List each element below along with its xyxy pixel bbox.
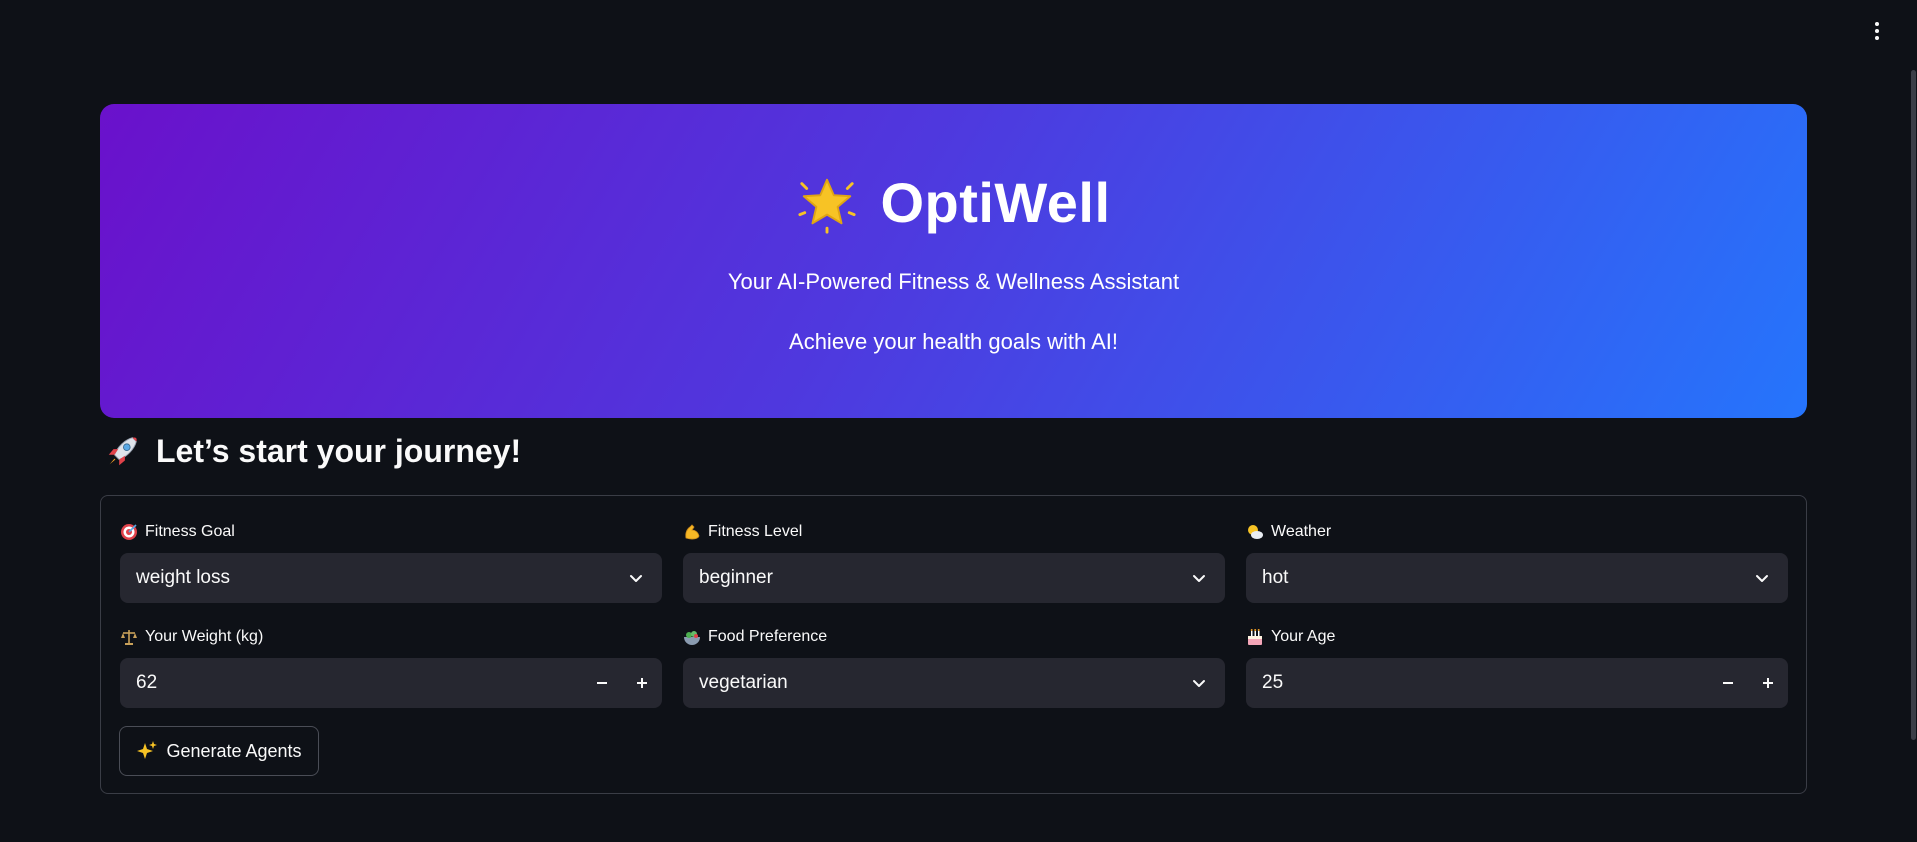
main-menu-button[interactable] <box>1867 18 1887 44</box>
food-preference-field: Food Preference vegetarian <box>683 626 1225 708</box>
age-increment-button[interactable] <box>1748 658 1788 708</box>
minus-icon <box>1723 682 1733 684</box>
salad-icon <box>684 631 700 645</box>
fitness-goal-value: weight loss <box>136 567 230 588</box>
weight-label-row: Your Weight (kg) <box>120 626 662 648</box>
chevron-down-icon <box>630 575 642 582</box>
kebab-dot-icon <box>1875 29 1879 33</box>
fitness-goal-label: Fitness Goal <box>145 523 235 540</box>
age-label-row: Your Age <box>1246 626 1788 648</box>
weather-select[interactable]: hot <box>1246 553 1788 603</box>
food-preference-value: vegetarian <box>699 672 788 693</box>
balance-scale-icon <box>121 630 137 645</box>
star-icon <box>798 178 857 234</box>
section-heading: Let’s start your journey! <box>104 432 521 470</box>
minus-icon <box>597 682 607 684</box>
kebab-dot-icon <box>1875 36 1879 40</box>
age-label: Your Age <box>1271 628 1336 645</box>
weight-label: Your Weight (kg) <box>145 628 264 645</box>
weather-label: Weather <box>1271 523 1332 540</box>
sparkles-icon <box>137 741 158 759</box>
hero-subtitle: Your AI-Powered Fitness & Wellness Assis… <box>727 269 1180 294</box>
chevron-down-icon <box>1756 575 1768 582</box>
sun-cloud-icon <box>1248 525 1263 539</box>
hero-title-row: OptiWell <box>796 170 1110 235</box>
rocket-icon <box>108 437 137 466</box>
age-value: 25 <box>1262 672 1284 693</box>
weather-field: Weather hot <box>1246 521 1788 603</box>
food-preference-label: Food Preference <box>708 628 828 645</box>
fitness-level-select[interactable]: beginner <box>683 553 1225 603</box>
weather-label-row: Weather <box>1246 521 1788 543</box>
kebab-dot-icon <box>1875 22 1879 26</box>
food-preference-label-row: Food Preference <box>683 626 1225 648</box>
generate-agents-button[interactable]: Generate Agents <box>119 726 319 776</box>
fitness-level-label: Fitness Level <box>708 523 803 540</box>
fitness-level-label-row: Fitness Level <box>683 521 1225 543</box>
chevron-down-icon <box>1193 575 1205 582</box>
section-title: Let’s start your journey! <box>156 432 522 469</box>
generate-agents-label: Generate Agents <box>166 740 302 761</box>
age-number-input[interactable]: 25 <box>1246 658 1788 708</box>
hero-banner: OptiWell Your AI-Powered Fitness & Welln… <box>100 104 1807 418</box>
fitness-level-value: beginner <box>699 567 773 588</box>
fitness-goal-field: Fitness Goal weight loss <box>120 521 662 603</box>
plus-icon <box>637 678 647 688</box>
page-scrollbar[interactable] <box>1911 70 1916 740</box>
fitness-level-field: Fitness Level beginner <box>683 521 1225 603</box>
food-preference-select[interactable]: vegetarian <box>683 658 1225 708</box>
plus-icon <box>1763 678 1773 688</box>
target-icon <box>121 524 137 540</box>
weight-value: 62 <box>136 672 158 693</box>
weight-decrement-button[interactable] <box>582 658 622 708</box>
age-decrement-button[interactable] <box>1708 658 1748 708</box>
weight-increment-button[interactable] <box>622 658 662 708</box>
hero-tagline: Achieve your health goals with AI! <box>789 329 1118 354</box>
fitness-goal-select[interactable]: weight loss <box>120 553 662 603</box>
weight-field: Your Weight (kg) 62 <box>120 626 662 708</box>
app-title: OptiWell <box>880 171 1111 234</box>
chevron-down-icon <box>1193 680 1205 687</box>
profile-form: Fitness Goal weight loss Fitness Level b… <box>100 495 1807 794</box>
age-field: Your Age 25 <box>1246 626 1788 708</box>
flexed-biceps-icon <box>685 524 700 540</box>
birthday-cake-icon <box>1248 629 1262 645</box>
weight-number-input[interactable]: 62 <box>120 658 662 708</box>
weather-value: hot <box>1262 567 1289 588</box>
fitness-goal-label-row: Fitness Goal <box>120 521 662 543</box>
